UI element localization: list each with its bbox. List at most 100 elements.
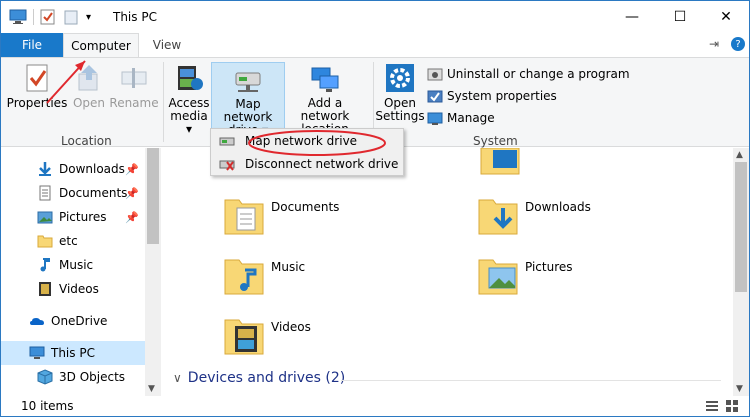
folder-music-label: Music (271, 260, 306, 274)
minimize-button[interactable]: — (609, 1, 655, 33)
folder-pictures-label: Pictures (525, 260, 573, 274)
pin-icon[interactable]: 📌 (125, 187, 139, 200)
details-view-icon[interactable] (705, 399, 719, 413)
pictures-folder-icon (477, 254, 519, 296)
help-button[interactable]: ? (731, 37, 745, 51)
nav-this-pc-label: This PC (51, 346, 95, 360)
map-drive-dropdown: Map network drive Disconnect network dri… (210, 128, 404, 176)
uninstall-icon (427, 66, 443, 82)
open-settings-button[interactable]: Open Settings (375, 62, 425, 123)
ribbon-separator (163, 62, 164, 142)
media-film-icon (173, 62, 205, 94)
system-properties-button[interactable]: System properties (427, 88, 557, 104)
settings-gear-icon (384, 62, 416, 94)
network-drive-icon (232, 63, 264, 95)
add-location-label-1: Add a network (300, 96, 350, 123)
desktop-folder-icon (479, 148, 521, 176)
devices-header-label: Devices and drives (2) (187, 370, 346, 386)
explorer-window: ▾ This PC — ☐ ✕ File Computer View ⇥ ? P… (0, 0, 750, 417)
access-media-button[interactable]: Access media ▾ (167, 62, 211, 136)
folder-videos-label: Videos (271, 320, 311, 334)
open-label: Open (72, 96, 106, 110)
cloud-icon (29, 313, 45, 329)
chevron-down-icon[interactable]: ∨ (173, 371, 182, 385)
disconnect-network-drive-menu-item[interactable]: Disconnect network drive (211, 153, 403, 175)
properties-label: Properties (6, 96, 68, 110)
add-network-location-button[interactable]: Add a network location (285, 62, 365, 136)
ribbon-tabs: File Computer View ⇥ ? (1, 33, 749, 57)
folder-desktop-partial[interactable] (479, 148, 521, 176)
pictures-icon (37, 209, 53, 225)
film-icon (37, 281, 53, 297)
disconnect-network-drive-label: Disconnect network drive (245, 157, 399, 171)
properties-button[interactable]: Properties (6, 62, 68, 110)
map-network-drive-menu-item[interactable]: Map network drive (211, 130, 403, 152)
nav-scrollbar[interactable]: ▼ (145, 148, 161, 396)
window-title: This PC (113, 10, 157, 24)
nav-videos-label: Videos (59, 282, 99, 296)
nav-item-pictures[interactable]: Pictures 📌 (1, 205, 145, 229)
large-icons-view-icon[interactable] (725, 399, 739, 413)
properties-icon (21, 62, 53, 94)
nav-onedrive-label: OneDrive (51, 314, 108, 328)
maximize-button[interactable]: ☐ (657, 1, 703, 33)
folder-icon (37, 233, 53, 249)
uninstall-program-button[interactable]: Uninstall or change a program (427, 66, 630, 82)
folder-videos[interactable]: Videos (223, 314, 311, 356)
nav-3d-objects-label: 3D Objects (59, 370, 126, 384)
folder-documents-label: Documents (271, 200, 340, 214)
tab-file[interactable]: File (1, 33, 63, 57)
qa-divider (33, 9, 34, 25)
content-scrollbar[interactable]: ▲ ▼ (733, 148, 749, 396)
nav-item-onedrive[interactable]: OneDrive (1, 309, 145, 333)
pin-ribbon-icon[interactable]: ⇥ (709, 37, 719, 51)
map-drive-icon (219, 133, 235, 149)
cube-icon (37, 369, 53, 385)
pin-icon[interactable]: 📌 (125, 163, 139, 176)
scroll-down-arrow-icon[interactable]: ▼ (736, 384, 743, 394)
manage-button[interactable]: Manage (427, 110, 495, 126)
customize-qa-chevron-icon[interactable]: ▾ (86, 12, 91, 23)
folder-documents[interactable]: Documents (223, 194, 339, 236)
close-button[interactable]: ✕ (703, 1, 749, 33)
nav-scroll-thumb[interactable] (147, 148, 159, 244)
folder-pictures[interactable]: Pictures (477, 254, 573, 296)
properties-checkmark-icon[interactable] (40, 9, 56, 25)
nav-pictures-label: Pictures (59, 210, 107, 224)
nav-item-music[interactable]: Music (1, 253, 145, 277)
folder-downloads-label: Downloads (525, 200, 591, 214)
rename-button[interactable]: Rename (109, 62, 159, 110)
nav-downloads-label: Downloads (59, 162, 125, 176)
map-network-drive-button[interactable]: Map network drive ▾ (211, 62, 285, 137)
scroll-down-arrow-icon[interactable]: ▼ (148, 384, 155, 394)
tab-computer[interactable]: Computer (63, 33, 139, 57)
system-properties-icon (427, 88, 443, 104)
nav-item-etc[interactable]: etc (1, 229, 145, 253)
system-group-label: System (473, 134, 518, 148)
item-count: 10 items (21, 399, 74, 413)
music-folder-icon (223, 254, 265, 296)
open-button[interactable]: Open (71, 62, 107, 110)
tab-view[interactable]: View (143, 33, 191, 57)
nav-item-downloads[interactable]: Downloads 📌 (1, 157, 145, 181)
content-scroll-thumb[interactable] (735, 162, 747, 292)
music-note-icon (37, 257, 53, 273)
nav-item-videos[interactable]: Videos (1, 277, 145, 301)
folder-music[interactable]: Music (223, 254, 305, 296)
pin-icon[interactable]: 📌 (125, 211, 139, 224)
location-group-label: Location (61, 134, 112, 148)
quick-access-toolbar: ▾ (9, 1, 91, 33)
nav-item-documents[interactable]: Documents 📌 (1, 181, 145, 205)
devices-and-drives-header[interactable]: ∨ Devices and drives (2) (173, 370, 345, 386)
scroll-up-arrow-icon[interactable]: ▲ (736, 150, 743, 160)
nav-item-3d-objects[interactable]: 3D Objects (1, 365, 145, 389)
rename-label: Rename (109, 96, 159, 110)
documents-folder-icon (223, 194, 265, 236)
open-settings-label-2: Settings (375, 109, 425, 123)
folder-downloads[interactable]: Downloads (477, 194, 591, 236)
uninstall-label: Uninstall or change a program (447, 67, 630, 81)
nav-item-this-pc[interactable]: This PC (1, 341, 145, 365)
videos-folder-icon (223, 314, 265, 356)
new-folder-icon[interactable] (64, 9, 80, 25)
network-location-icon (309, 62, 341, 94)
